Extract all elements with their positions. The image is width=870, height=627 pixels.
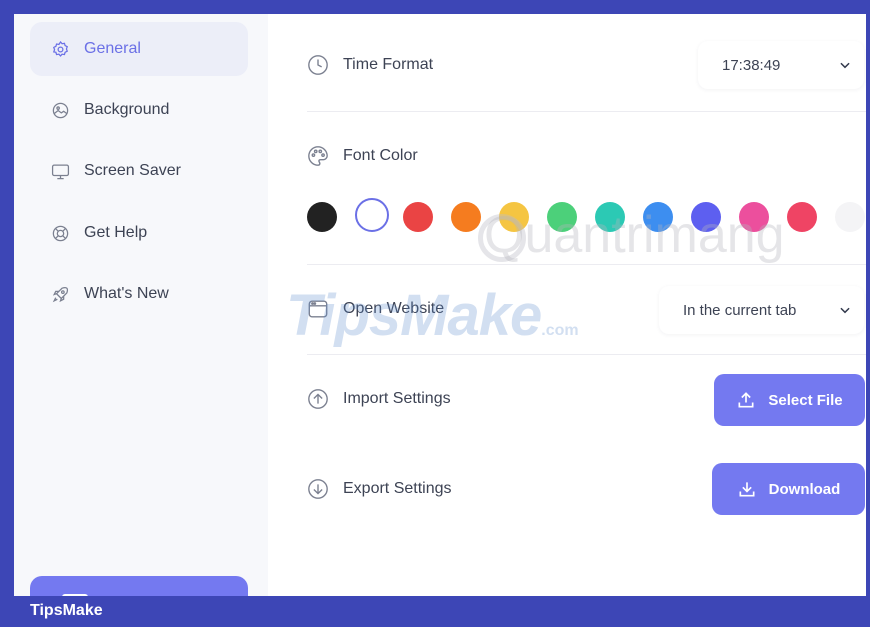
divider xyxy=(307,354,866,355)
time-format-row: Time Format xyxy=(307,54,433,76)
sidebar-item-label: Screen Saver xyxy=(84,162,181,179)
import-settings-row: Import Settings xyxy=(307,388,451,410)
color-swatch[interactable] xyxy=(307,202,337,232)
color-swatch[interactable] xyxy=(403,202,433,232)
time-format-select[interactable]: 17:38:49 xyxy=(698,41,864,89)
gear-icon xyxy=(50,39,70,59)
open-website-select[interactable]: In the current tab xyxy=(659,286,864,334)
divider xyxy=(307,111,866,112)
clock-icon xyxy=(307,54,329,76)
sidebar-item-general[interactable]: General xyxy=(30,22,248,76)
open-website-value: In the current tab xyxy=(683,301,797,319)
image-icon xyxy=(50,100,70,120)
export-settings-label: Export Settings xyxy=(343,480,452,497)
download-icon xyxy=(739,482,755,497)
arrow-down-circle-icon xyxy=(307,478,329,500)
sidebar-item-label: Background xyxy=(84,101,170,118)
color-swatch[interactable] xyxy=(499,202,529,232)
browser-window-icon xyxy=(307,298,329,320)
sidebar-item-get-help[interactable]: Get Help xyxy=(30,206,248,260)
select-file-label: Select File xyxy=(768,391,843,409)
upload-icon xyxy=(738,392,754,408)
monitor-icon xyxy=(50,161,70,181)
sidebar-item-label: What's New xyxy=(84,285,169,302)
open-website-row: Open Website xyxy=(307,298,444,320)
sidebar-item-label: General xyxy=(84,40,141,57)
chevron-down-icon xyxy=(840,307,850,314)
color-swatch[interactable] xyxy=(643,202,673,232)
color-swatch[interactable] xyxy=(787,202,817,232)
time-format-label: Time Format xyxy=(343,56,434,73)
color-swatch[interactable] xyxy=(739,202,769,232)
open-website-label: Open Website xyxy=(343,300,445,317)
lifebuoy-icon xyxy=(50,223,70,243)
time-format-value: 17:38:49 xyxy=(722,56,781,74)
font-color-label: Font Color xyxy=(343,147,418,164)
footer-brand: TipsMake xyxy=(30,602,103,619)
color-swatch[interactable] xyxy=(547,202,577,232)
font-color-swatches xyxy=(307,198,870,236)
sidebar-item-label: Get Help xyxy=(84,224,148,241)
download-label: Download xyxy=(768,480,841,498)
sidebar-item-screen-saver[interactable]: Screen Saver xyxy=(30,144,248,198)
footer-bar: TipsMake xyxy=(0,596,870,627)
color-swatch[interactable] xyxy=(835,202,865,232)
download-button[interactable]: Download xyxy=(712,463,865,515)
sidebar-item-background[interactable]: Background xyxy=(30,83,248,137)
chevron-down-icon xyxy=(840,62,850,69)
select-file-button[interactable]: Select File xyxy=(714,374,865,426)
settings-panel: Time Format 17:38:49 Font Color Open Web… xyxy=(268,14,866,596)
sidebar-item-whats-new[interactable]: What's New xyxy=(30,267,248,321)
divider xyxy=(307,264,866,265)
import-settings-label: Import Settings xyxy=(343,390,451,407)
rocket-icon xyxy=(50,284,70,304)
color-swatch[interactable] xyxy=(355,198,389,232)
palette-icon xyxy=(307,145,329,167)
arrow-up-circle-icon xyxy=(307,388,329,410)
export-settings-row: Export Settings xyxy=(307,478,452,500)
color-swatch[interactable] xyxy=(595,202,625,232)
sidebar: General Background Screen Saver Get Help… xyxy=(14,14,268,616)
font-color-row: Font Color xyxy=(307,145,418,167)
color-swatch[interactable] xyxy=(451,202,481,232)
color-swatch[interactable] xyxy=(691,202,721,232)
